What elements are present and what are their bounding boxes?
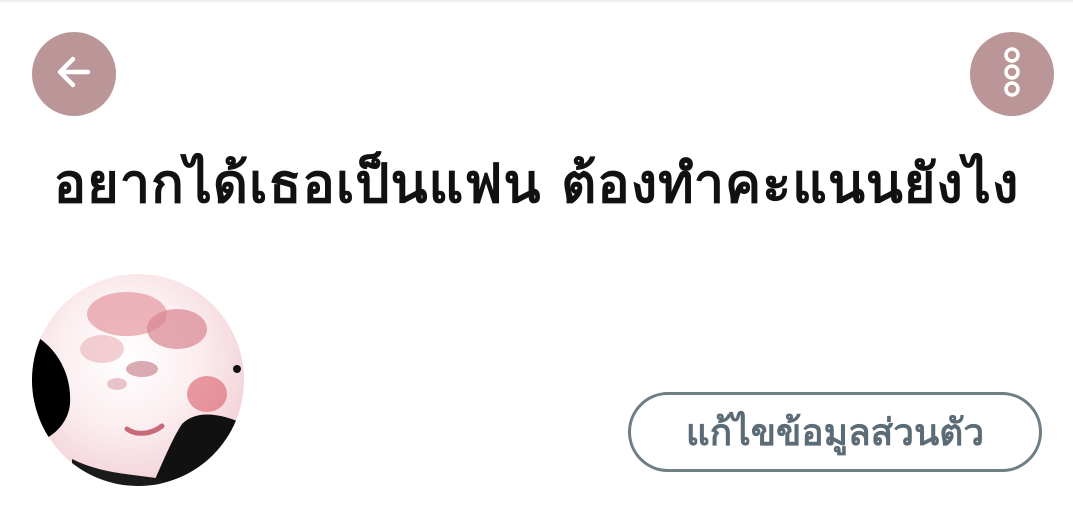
edit-profile-button[interactable]: แก้ไขข้อมูลส่วนตัว bbox=[628, 392, 1042, 472]
back-button[interactable] bbox=[32, 32, 116, 116]
top-divider bbox=[0, 0, 1073, 2]
arrow-left-icon bbox=[52, 50, 96, 98]
more-vertical-icon bbox=[1000, 46, 1024, 102]
more-options-button[interactable] bbox=[970, 32, 1054, 116]
profile-title: อยากได้เธอเป็นแฟน ต้องทำคะแนนยังไง bbox=[53, 151, 1020, 215]
avatar[interactable] bbox=[32, 274, 244, 486]
